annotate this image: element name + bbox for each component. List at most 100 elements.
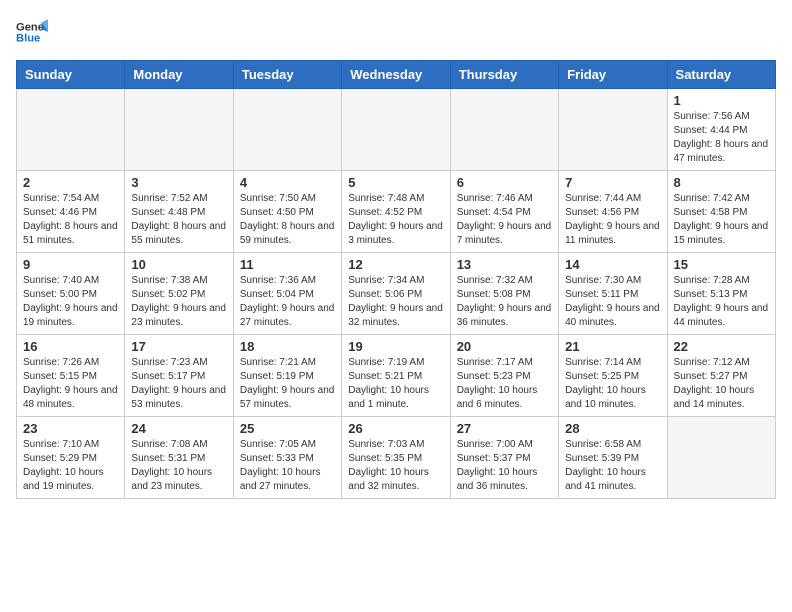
day-number: 6 [457, 175, 552, 190]
day-info: Sunrise: 7:17 AM Sunset: 5:23 PM Dayligh… [457, 356, 552, 412]
calendar-week-4: 16 Sunrise: 7:26 AM Sunset: 5:15 PM Dayli… [17, 335, 776, 417]
day-info: Sunrise: 7:46 AM Sunset: 4:54 PM Dayligh… [457, 192, 552, 248]
day-info: Sunrise: 7:36 AM Sunset: 5:04 PM Dayligh… [240, 274, 335, 330]
day-info: Sunrise: 7:54 AM Sunset: 4:46 PM Dayligh… [23, 192, 118, 248]
calendar-cell: 21 Sunrise: 7:14 AM Sunset: 5:25 PM Dayli… [559, 335, 667, 417]
calendar-cell: 15 Sunrise: 7:28 AM Sunset: 5:13 PM Dayli… [667, 253, 775, 335]
day-number: 15 [674, 257, 769, 272]
day-info: Sunrise: 7:48 AM Sunset: 4:52 PM Dayligh… [348, 192, 443, 248]
day-info: Sunrise: 7:40 AM Sunset: 5:00 PM Dayligh… [23, 274, 118, 330]
weekday-header-saturday: Saturday [667, 61, 775, 89]
calendar-header: SundayMondayTuesdayWednesdayThursdayFrid… [17, 61, 776, 89]
calendar-cell: 4 Sunrise: 7:50 AM Sunset: 4:50 PM Daylig… [233, 171, 341, 253]
day-info: Sunrise: 7:34 AM Sunset: 5:06 PM Dayligh… [348, 274, 443, 330]
day-info: Sunrise: 7:19 AM Sunset: 5:21 PM Dayligh… [348, 356, 443, 412]
calendar-cell: 16 Sunrise: 7:26 AM Sunset: 5:15 PM Dayli… [17, 335, 125, 417]
day-number: 16 [23, 339, 118, 354]
day-info: Sunrise: 7:03 AM Sunset: 5:35 PM Dayligh… [348, 438, 443, 494]
calendar-week-5: 23 Sunrise: 7:10 AM Sunset: 5:29 PM Dayli… [17, 417, 776, 499]
day-info: Sunrise: 7:42 AM Sunset: 4:58 PM Dayligh… [674, 192, 769, 248]
calendar-cell [667, 417, 775, 499]
day-info: Sunrise: 7:28 AM Sunset: 5:13 PM Dayligh… [674, 274, 769, 330]
day-number: 1 [674, 93, 769, 108]
day-number: 21 [565, 339, 660, 354]
calendar-cell: 18 Sunrise: 7:21 AM Sunset: 5:19 PM Dayli… [233, 335, 341, 417]
day-info: Sunrise: 7:38 AM Sunset: 5:02 PM Dayligh… [131, 274, 226, 330]
weekday-header-tuesday: Tuesday [233, 61, 341, 89]
day-number: 19 [348, 339, 443, 354]
day-info: Sunrise: 7:08 AM Sunset: 5:31 PM Dayligh… [131, 438, 226, 494]
calendar-cell [342, 89, 450, 171]
day-number: 18 [240, 339, 335, 354]
weekday-header-friday: Friday [559, 61, 667, 89]
day-number: 2 [23, 175, 118, 190]
logo: General Blue [16, 16, 48, 48]
day-number: 13 [457, 257, 552, 272]
calendar-cell: 27Sunrise: 7:00 AM Sunset: 5:37 PM Dayli… [450, 417, 558, 499]
day-number: 4 [240, 175, 335, 190]
calendar: SundayMondayTuesdayWednesdayThursdayFrid… [16, 60, 776, 499]
calendar-cell [233, 89, 341, 171]
calendar-week-3: 9 Sunrise: 7:40 AM Sunset: 5:00 PM Daylig… [17, 253, 776, 335]
day-number: 23 [23, 421, 118, 436]
calendar-cell: 5Sunrise: 7:48 AM Sunset: 4:52 PM Daylig… [342, 171, 450, 253]
day-number: 25 [240, 421, 335, 436]
day-number: 3 [131, 175, 226, 190]
day-info: Sunrise: 7:26 AM Sunset: 5:15 PM Dayligh… [23, 356, 118, 412]
day-info: Sunrise: 7:21 AM Sunset: 5:19 PM Dayligh… [240, 356, 335, 412]
calendar-cell: 10 Sunrise: 7:38 AM Sunset: 5:02 PM Dayli… [125, 253, 233, 335]
calendar-cell: 13 Sunrise: 7:32 AM Sunset: 5:08 PM Dayli… [450, 253, 558, 335]
logo-icon: General Blue [16, 16, 48, 48]
calendar-cell: 19 Sunrise: 7:19 AM Sunset: 5:21 PM Dayli… [342, 335, 450, 417]
calendar-cell [17, 89, 125, 171]
weekday-header-thursday: Thursday [450, 61, 558, 89]
weekday-header-monday: Monday [125, 61, 233, 89]
calendar-cell: 11 Sunrise: 7:36 AM Sunset: 5:04 PM Dayli… [233, 253, 341, 335]
calendar-cell [559, 89, 667, 171]
day-info: Sunrise: 7:50 AM Sunset: 4:50 PM Dayligh… [240, 192, 335, 248]
day-info: Sunrise: 7:52 AM Sunset: 4:48 PM Dayligh… [131, 192, 226, 248]
day-info: Sunrise: 7:10 AM Sunset: 5:29 PM Dayligh… [23, 438, 118, 494]
calendar-cell: 7 Sunrise: 7:44 AM Sunset: 4:56 PM Daylig… [559, 171, 667, 253]
weekday-header-sunday: Sunday [17, 61, 125, 89]
calendar-cell: 12 Sunrise: 7:34 AM Sunset: 5:06 PM Dayli… [342, 253, 450, 335]
day-number: 11 [240, 257, 335, 272]
day-info: Sunrise: 7:44 AM Sunset: 4:56 PM Dayligh… [565, 192, 660, 248]
calendar-cell: 2 Sunrise: 7:54 AM Sunset: 4:46 PM Daylig… [17, 171, 125, 253]
day-number: 8 [674, 175, 769, 190]
day-info: Sunrise: 7:23 AM Sunset: 5:17 PM Dayligh… [131, 356, 226, 412]
calendar-cell: 6 Sunrise: 7:46 AM Sunset: 4:54 PM Daylig… [450, 171, 558, 253]
calendar-cell: 26 Sunrise: 7:03 AM Sunset: 5:35 PM Dayli… [342, 417, 450, 499]
day-info: Sunrise: 7:14 AM Sunset: 5:25 PM Dayligh… [565, 356, 660, 412]
day-number: 7 [565, 175, 660, 190]
day-number: 17 [131, 339, 226, 354]
day-number: 24 [131, 421, 226, 436]
calendar-cell: 14 Sunrise: 7:30 AM Sunset: 5:11 PM Dayli… [559, 253, 667, 335]
day-info: Sunrise: 7:56 AM Sunset: 4:44 PM Dayligh… [674, 110, 769, 166]
calendar-week-2: 2 Sunrise: 7:54 AM Sunset: 4:46 PM Daylig… [17, 171, 776, 253]
calendar-cell: 17 Sunrise: 7:23 AM Sunset: 5:17 PM Dayli… [125, 335, 233, 417]
day-number: 9 [23, 257, 118, 272]
calendar-cell: 28 Sunrise: 6:58 AM Sunset: 5:39 PM Dayli… [559, 417, 667, 499]
day-number: 12 [348, 257, 443, 272]
day-info: Sunrise: 6:58 AM Sunset: 5:39 PM Dayligh… [565, 438, 660, 494]
day-info: Sunrise: 7:32 AM Sunset: 5:08 PM Dayligh… [457, 274, 552, 330]
calendar-cell: 23 Sunrise: 7:10 AM Sunset: 5:29 PM Dayli… [17, 417, 125, 499]
day-number: 10 [131, 257, 226, 272]
header: General Blue [16, 16, 776, 48]
calendar-cell: 8 Sunrise: 7:42 AM Sunset: 4:58 PM Daylig… [667, 171, 775, 253]
day-number: 26 [348, 421, 443, 436]
day-number: 28 [565, 421, 660, 436]
calendar-cell [450, 89, 558, 171]
calendar-cell: 9 Sunrise: 7:40 AM Sunset: 5:00 PM Daylig… [17, 253, 125, 335]
calendar-week-1: 1 Sunrise: 7:56 AM Sunset: 4:44 PM Daylig… [17, 89, 776, 171]
svg-text:Blue: Blue [16, 33, 40, 45]
day-number: 14 [565, 257, 660, 272]
day-info: Sunrise: 7:05 AM Sunset: 5:33 PM Dayligh… [240, 438, 335, 494]
calendar-cell: 25 Sunrise: 7:05 AM Sunset: 5:33 PM Dayli… [233, 417, 341, 499]
day-info: Sunrise: 7:12 AM Sunset: 5:27 PM Dayligh… [674, 356, 769, 412]
day-info: Sunrise: 7:30 AM Sunset: 5:11 PM Dayligh… [565, 274, 660, 330]
calendar-cell: 24 Sunrise: 7:08 AM Sunset: 5:31 PM Dayli… [125, 417, 233, 499]
weekday-header-wednesday: Wednesday [342, 61, 450, 89]
day-number: 20 [457, 339, 552, 354]
